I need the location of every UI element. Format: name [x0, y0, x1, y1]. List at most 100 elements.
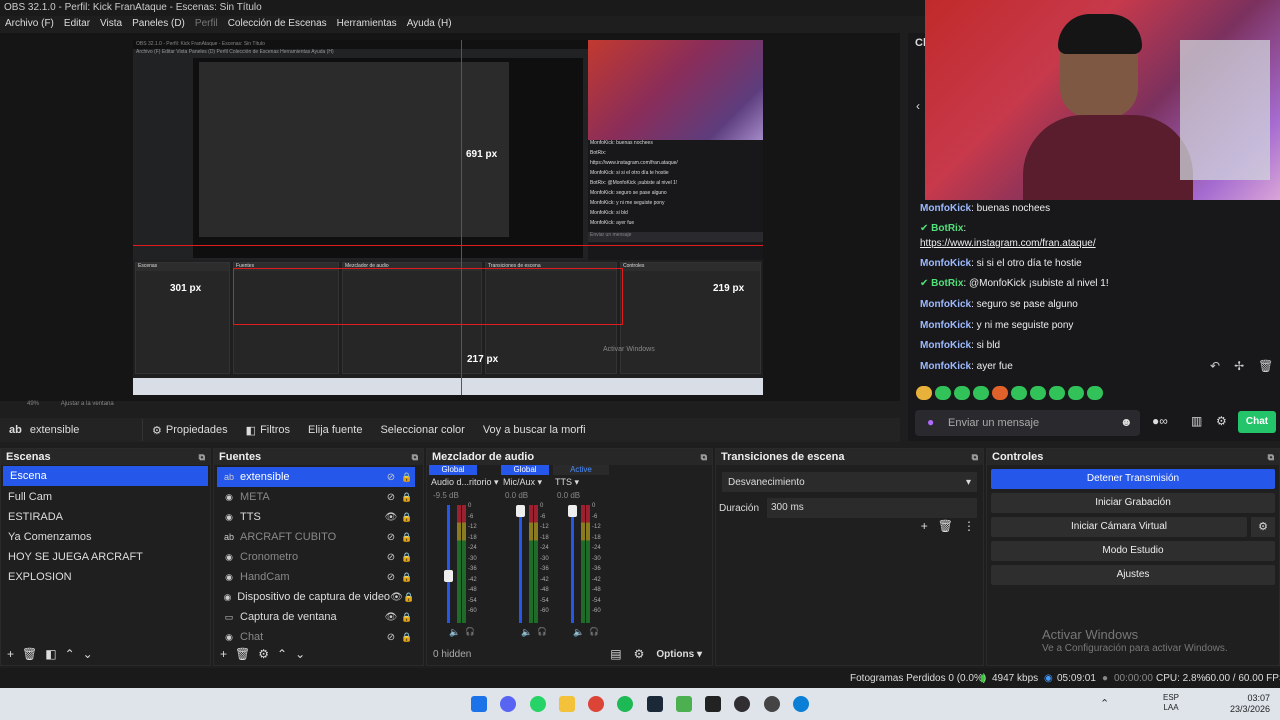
scene-item[interactable]: HOY SE JUEGA ARCRAFT [1, 547, 210, 567]
lock-icon[interactable]: 🔒 [399, 512, 415, 523]
scene-item[interactable]: ESTIRADA [1, 507, 210, 527]
zoom-level[interactable]: 49% [27, 401, 39, 407]
start-icon[interactable] [471, 696, 487, 712]
epic-icon[interactable] [705, 696, 721, 712]
volume-slider[interactable] [447, 505, 450, 623]
eye-off-icon[interactable]: ⊘ [383, 552, 399, 563]
slider-handle[interactable] [516, 505, 525, 517]
chat-username[interactable]: MonfoKick [920, 361, 971, 372]
channel-name[interactable]: Audio d...ritorio ▾ [431, 477, 499, 488]
fit-label[interactable]: Ajustar a la ventana [61, 401, 114, 407]
folder-icon[interactable] [559, 696, 575, 712]
duration-input[interactable]: 300 ms [767, 498, 977, 518]
more-icon[interactable]: ⋮ [963, 519, 975, 533]
eye-off-icon[interactable]: ⊘ [383, 632, 399, 643]
channel-name[interactable]: TTS ▾ [555, 477, 579, 488]
eye-icon[interactable]: 👁 [390, 592, 403, 603]
gear-icon[interactable]: ⚙ [1216, 414, 1227, 428]
eye-off-icon[interactable]: ⊘ [383, 572, 399, 583]
emote-icon[interactable] [1068, 386, 1084, 400]
speaker-icon[interactable]: 🔈 [573, 627, 584, 638]
slider-handle[interactable] [568, 505, 577, 517]
source-item[interactable]: ab ARCRAFT CUBITO ⊘ 🔒 [217, 527, 415, 547]
volume-slider[interactable] [571, 505, 574, 623]
popout-icon[interactable]: ⧉ [1268, 452, 1274, 463]
discord-icon[interactable] [500, 696, 516, 712]
speaker-icon[interactable]: 🔈 [521, 627, 532, 638]
gear-icon[interactable]: ⚙ [1251, 517, 1275, 537]
delete-icon[interactable]: 🗑 [22, 647, 37, 661]
start-recording-button[interactable]: Iniciar Grabación [991, 493, 1275, 513]
obs-icon[interactable] [734, 696, 750, 712]
chrome-icon[interactable] [588, 696, 604, 712]
emote-icon[interactable] [992, 386, 1008, 400]
reply-icon[interactable]: ↶ [1210, 359, 1220, 373]
edge-icon[interactable] [793, 696, 809, 712]
emote-icon[interactable] [1011, 386, 1027, 400]
pin-icon[interactable]: ✢ [1234, 359, 1244, 373]
slider-handle[interactable] [444, 570, 453, 582]
clock[interactable]: 03:07 23/3/2026 [1212, 693, 1270, 715]
chat-username[interactable]: MonfoKick [920, 340, 971, 351]
steam-icon[interactable] [647, 696, 663, 712]
properties-button[interactable]: ⚙ Propiedades [143, 419, 237, 441]
chat-username[interactable]: BotRix [931, 223, 963, 234]
speaker-icon[interactable]: 🔈 [449, 627, 460, 638]
spotify-icon[interactable] [617, 696, 633, 712]
add-icon[interactable]: + [220, 647, 227, 661]
zoom-bar[interactable]: 49% Ajustar a la ventana [0, 401, 900, 413]
add-icon[interactable]: + [7, 647, 14, 661]
emote-icon[interactable] [954, 386, 970, 400]
lock-icon[interactable]: 🔒 [403, 592, 415, 603]
popout-icon[interactable]: ⧉ [701, 452, 707, 463]
menu-item[interactable]: Ayuda (H) [407, 16, 452, 32]
menu-item[interactable]: Herramientas [337, 16, 397, 32]
chat-input[interactable]: Enviar un mensaje [915, 410, 1140, 436]
tools-icon[interactable]: ⚙ [634, 647, 645, 661]
filters-button[interactable]: ◧ Filtros [237, 419, 299, 441]
store-icon[interactable]: ▥ [1191, 414, 1202, 428]
eye-off-icon[interactable]: ⊘ [383, 532, 399, 543]
tray-chevron-icon[interactable]: ⌃ [1100, 697, 1109, 710]
chat-username[interactable]: MonfoKick [920, 203, 971, 214]
popout-icon[interactable]: ⧉ [412, 452, 418, 463]
lock-icon[interactable]: 🔒 [399, 472, 415, 483]
source-item[interactable]: ◉ META ⊘ 🔒 [217, 487, 415, 507]
lock-icon[interactable]: 🔒 [399, 552, 415, 563]
headphones-icon[interactable]: 🎧 [537, 627, 547, 636]
delete-icon[interactable]: 🗑 [235, 647, 250, 661]
headphones-icon[interactable]: 🎧 [589, 627, 599, 636]
chevron-left-icon[interactable]: ‹ [916, 99, 920, 113]
lock-icon[interactable]: 🔒 [399, 612, 415, 623]
headphones-icon[interactable]: 🎧 [465, 627, 475, 636]
add-icon[interactable]: + [921, 519, 928, 533]
menu-item[interactable]: Archivo (F) [5, 16, 54, 32]
menu-item[interactable]: Perfil [195, 16, 218, 32]
whatsapp-icon[interactable] [530, 696, 546, 712]
lock-icon[interactable]: 🔒 [399, 492, 415, 503]
source-item[interactable]: ▭ Captura de ventana 👁 🔒 [217, 607, 415, 627]
emote-icon[interactable] [1030, 386, 1046, 400]
chat-link[interactable]: https://www.instagram.com/fran.ataque/ [920, 238, 1096, 249]
scene-item[interactable]: Escena [3, 466, 208, 486]
search-morfi-button[interactable]: Voy a buscar la morfi [474, 419, 595, 441]
options-button[interactable]: Options ▾ [656, 649, 702, 660]
volume-slider[interactable] [519, 505, 522, 623]
chat-username[interactable]: BotRix [931, 278, 963, 289]
popout-icon[interactable]: ⧉ [199, 452, 205, 463]
layout-icon[interactable]: ▤ [610, 647, 621, 661]
select-color-button[interactable]: Seleccionar color [371, 419, 473, 441]
obs-alt-icon[interactable] [764, 696, 780, 712]
source-item[interactable]: ab extensible ⊘ 🔒 [217, 467, 415, 487]
chat-send-button[interactable]: Chat [1238, 411, 1276, 433]
source-item[interactable]: ◉ Cronometro ⊘ 🔒 [217, 547, 415, 567]
eye-icon[interactable]: 👁 [383, 512, 399, 523]
delete-icon[interactable]: 🗑 [938, 519, 953, 533]
emote-icon[interactable] [1049, 386, 1065, 400]
emote-icon[interactable] [916, 386, 932, 400]
up-icon[interactable]: ⌃ [65, 647, 75, 661]
scene-item[interactable]: Ya Comenzamos [1, 527, 210, 547]
transition-select[interactable]: Desvanecimiento ▾ [722, 472, 977, 492]
eye-icon[interactable]: 👁 [383, 612, 399, 623]
popout-icon[interactable]: ⧉ [972, 452, 978, 463]
